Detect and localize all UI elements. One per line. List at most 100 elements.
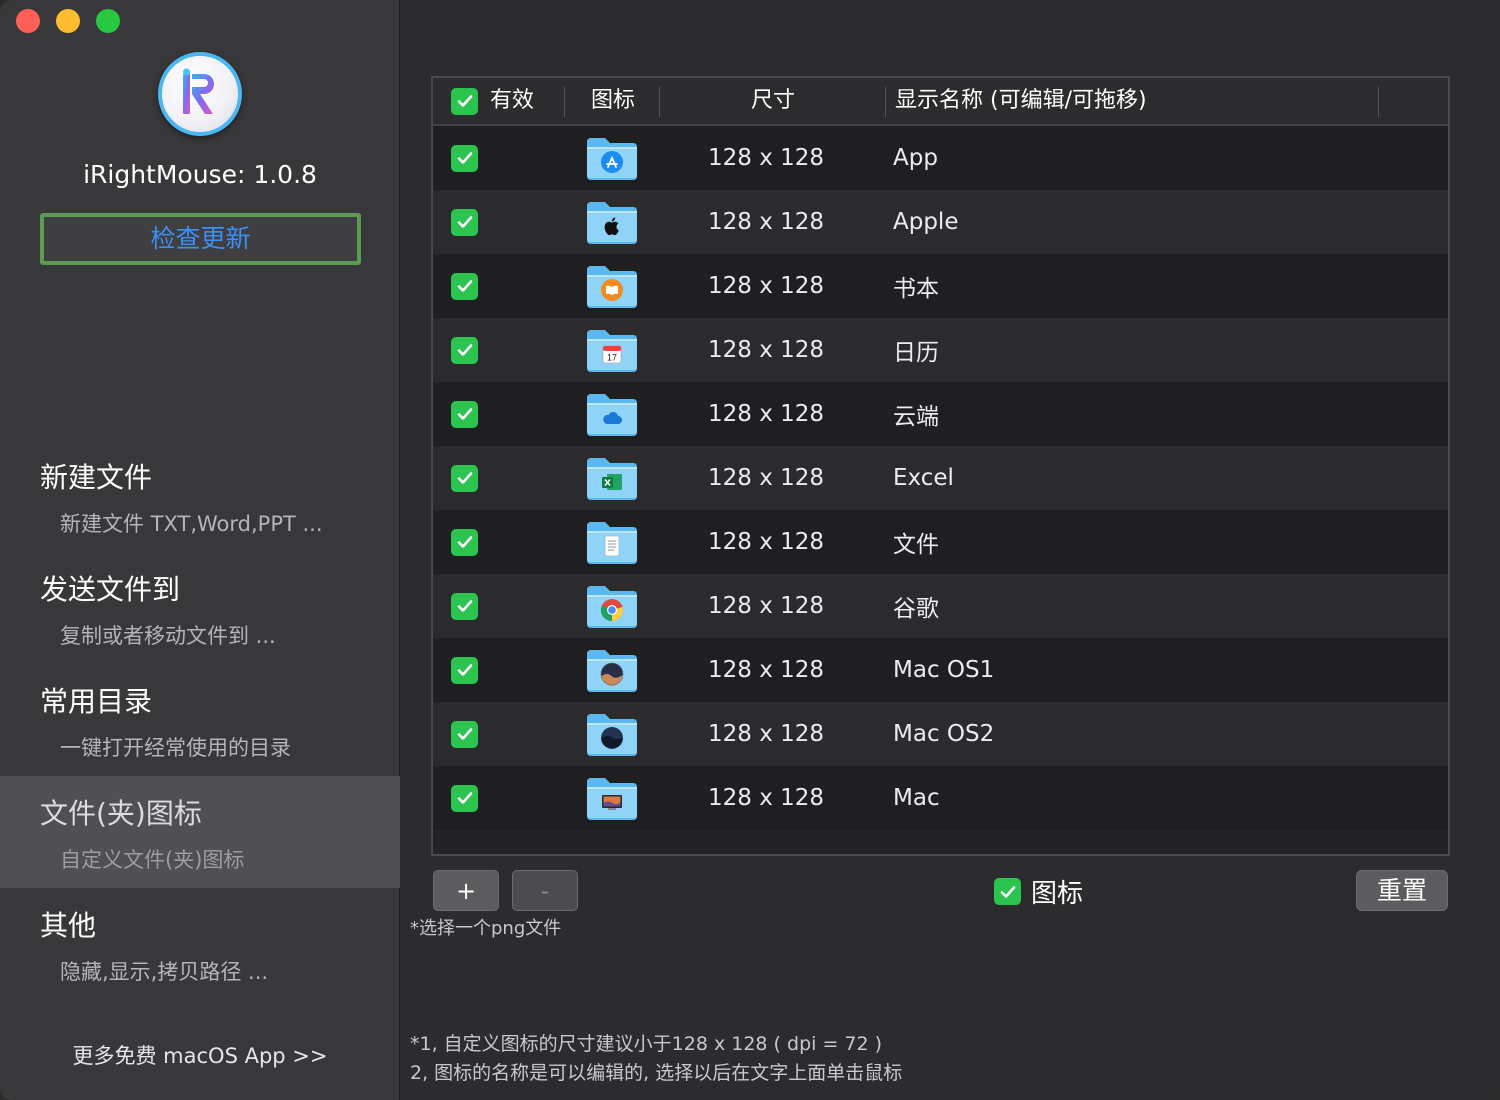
more-apps-link[interactable]: 更多免费 macOS App >> [0, 1040, 400, 1070]
app-version-label: iRightMouse: 1.0.8 [83, 160, 317, 189]
table-row[interactable]: 128 x 128 书本 [433, 254, 1448, 318]
add-icon-button[interactable]: + [433, 870, 499, 911]
table-row[interactable]: 128 x 128 Mac [433, 766, 1448, 830]
icon-toggle-label: 图标 [1031, 879, 1084, 909]
table-row[interactable]: 128 x 128 Apple [433, 190, 1448, 254]
row-display-name[interactable]: Mac OS2 [893, 702, 994, 766]
row-size: 128 x 128 [708, 337, 825, 363]
table-row[interactable]: 128 x 128 文件 [433, 510, 1448, 574]
sidebar-item-send-to[interactable]: 发送文件到 复制或者移动文件到 ... [0, 552, 400, 664]
row-icon-cell [585, 702, 639, 766]
table-row[interactable]: 128 x 128 谷歌 [433, 574, 1448, 638]
row-enabled-checkbox[interactable] [451, 208, 478, 236]
row-enabled-checkbox[interactable] [451, 656, 478, 684]
window-controls [16, 9, 120, 33]
icon-toggle-checkbox[interactable]: 图标 [994, 873, 1083, 910]
row-icon-cell [585, 190, 639, 254]
table-row[interactable]: 128 x 128 Mac OS2 [433, 702, 1448, 766]
row-size: 128 x 128 [708, 465, 825, 491]
sidebar-item-subtitle: 复制或者移动文件到 ... [60, 624, 276, 648]
row-icon-cell [585, 510, 639, 574]
close-window-button[interactable] [16, 9, 40, 33]
row-enabled-checkbox[interactable] [451, 528, 478, 556]
header-enabled[interactable]: 有效 [451, 78, 534, 124]
row-display-name[interactable]: Mac [893, 766, 940, 830]
row-enabled-checkbox[interactable] [451, 336, 478, 364]
row-display-name[interactable]: Apple [893, 190, 958, 254]
row-enabled-checkbox[interactable] [451, 464, 478, 492]
app-store-icon [585, 136, 639, 180]
column-divider[interactable] [659, 87, 660, 117]
row-display-name[interactable]: 日历 [893, 318, 939, 382]
row-display-name[interactable]: 文件 [893, 510, 939, 574]
remove-icon-button[interactable]: - [512, 870, 578, 911]
sidebar-item-new-file[interactable]: 新建文件 新建文件 TXT,Word,PPT ... [0, 440, 400, 552]
reset-button[interactable]: 重置 [1356, 870, 1448, 911]
row-size: 128 x 128 [708, 785, 825, 811]
row-display-name[interactable]: 书本 [893, 254, 939, 318]
sidebar-item-other[interactable]: 其他 隐藏,显示,拷贝路径 ... [0, 888, 400, 1000]
minimize-window-button[interactable] [56, 9, 80, 33]
row-enabled-cell [451, 190, 478, 254]
macos-catalina-icon [585, 712, 639, 756]
row-enabled-checkbox[interactable] [451, 144, 478, 172]
table-body: 128 x 128 App 128 x 128 Apple 128 x 128 书本 17 1… [433, 126, 1448, 830]
table-row[interactable]: 128 x 128 Excel [433, 446, 1448, 510]
column-divider[interactable] [885, 87, 886, 117]
main-panel: 有效 图标 尺寸 显示名称 (可编辑/可拖移) 128 x 128 App 128 … [401, 0, 1500, 1100]
check-update-button[interactable]: 检查更新 [40, 213, 361, 265]
checkmark-icon [457, 408, 472, 420]
row-enabled-cell [451, 446, 478, 510]
column-divider[interactable] [564, 87, 565, 117]
sidebar-item-folder-icons[interactable]: 文件(夹)图标 自定义文件(夹)图标 [0, 776, 400, 888]
sidebar-item-title: 常用目录 [40, 685, 153, 718]
note-line-1: *1, 自定义图标的尺寸建议小于128 x 128 ( dpi = 72 ) [410, 1033, 883, 1055]
sidebar-item-common-folders[interactable]: 常用目录 一键打开经常使用的目录 [0, 664, 400, 776]
row-enabled-checkbox[interactable] [451, 784, 478, 812]
zoom-window-button[interactable] [96, 9, 120, 33]
checkmark-icon [457, 728, 472, 740]
checkmark-icon [457, 344, 472, 356]
row-enabled-cell [451, 702, 478, 766]
table-row[interactable]: 17 128 x 128 日历 [433, 318, 1448, 382]
column-divider[interactable] [1378, 87, 1379, 117]
png-hint-text: *选择一个png文件 [410, 918, 562, 939]
sidebar-item-subtitle: 一键打开经常使用的目录 [60, 736, 291, 760]
icon-toggle-check[interactable] [994, 878, 1021, 905]
header-size[interactable]: 尺寸 [751, 78, 795, 124]
select-all-checkbox[interactable] [451, 87, 478, 115]
checkmark-icon [457, 95, 472, 107]
row-icon-cell [585, 254, 639, 318]
table-row[interactable]: 128 x 128 云端 [433, 382, 1448, 446]
sidebar-nav: 新建文件 新建文件 TXT,Word,PPT ... 发送文件到 复制或者移动文… [0, 440, 400, 1000]
row-size: 128 x 128 [708, 209, 825, 235]
row-display-name[interactable]: Excel [893, 446, 954, 510]
row-enabled-cell [451, 510, 478, 574]
row-display-name[interactable]: 谷歌 [893, 574, 939, 638]
excel-icon [585, 456, 639, 500]
row-enabled-checkbox[interactable] [451, 272, 478, 300]
row-icon-cell [585, 766, 639, 830]
row-enabled-checkbox[interactable] [451, 592, 478, 620]
row-enabled-checkbox[interactable] [451, 720, 478, 748]
calendar-icon: 17 [585, 328, 639, 372]
row-enabled-checkbox[interactable] [451, 400, 478, 428]
row-icon-cell [585, 574, 639, 638]
table-row[interactable]: 128 x 128 App [433, 126, 1448, 190]
checkmark-icon [457, 536, 472, 548]
header-icon[interactable]: 图标 [591, 78, 635, 124]
table-row[interactable]: 128 x 128 Mac OS1 [433, 638, 1448, 702]
checkmark-icon [457, 152, 472, 164]
checkmark-icon [457, 216, 472, 228]
row-size: 128 x 128 [708, 721, 825, 747]
header-name[interactable]: 显示名称 (可编辑/可拖移) [895, 78, 1147, 124]
row-size: 128 x 128 [708, 145, 825, 171]
row-display-name[interactable]: 云端 [893, 382, 939, 446]
checkmark-icon [1000, 885, 1015, 898]
row-enabled-cell [451, 638, 478, 702]
row-icon-cell: 17 [585, 318, 639, 382]
note-line-2: 2, 图标的名称是可以编辑的, 选择以后在文字上面单击鼠标 [410, 1062, 903, 1084]
row-display-name[interactable]: App [893, 126, 938, 190]
row-size: 128 x 128 [708, 593, 825, 619]
row-display-name[interactable]: Mac OS1 [893, 638, 994, 702]
